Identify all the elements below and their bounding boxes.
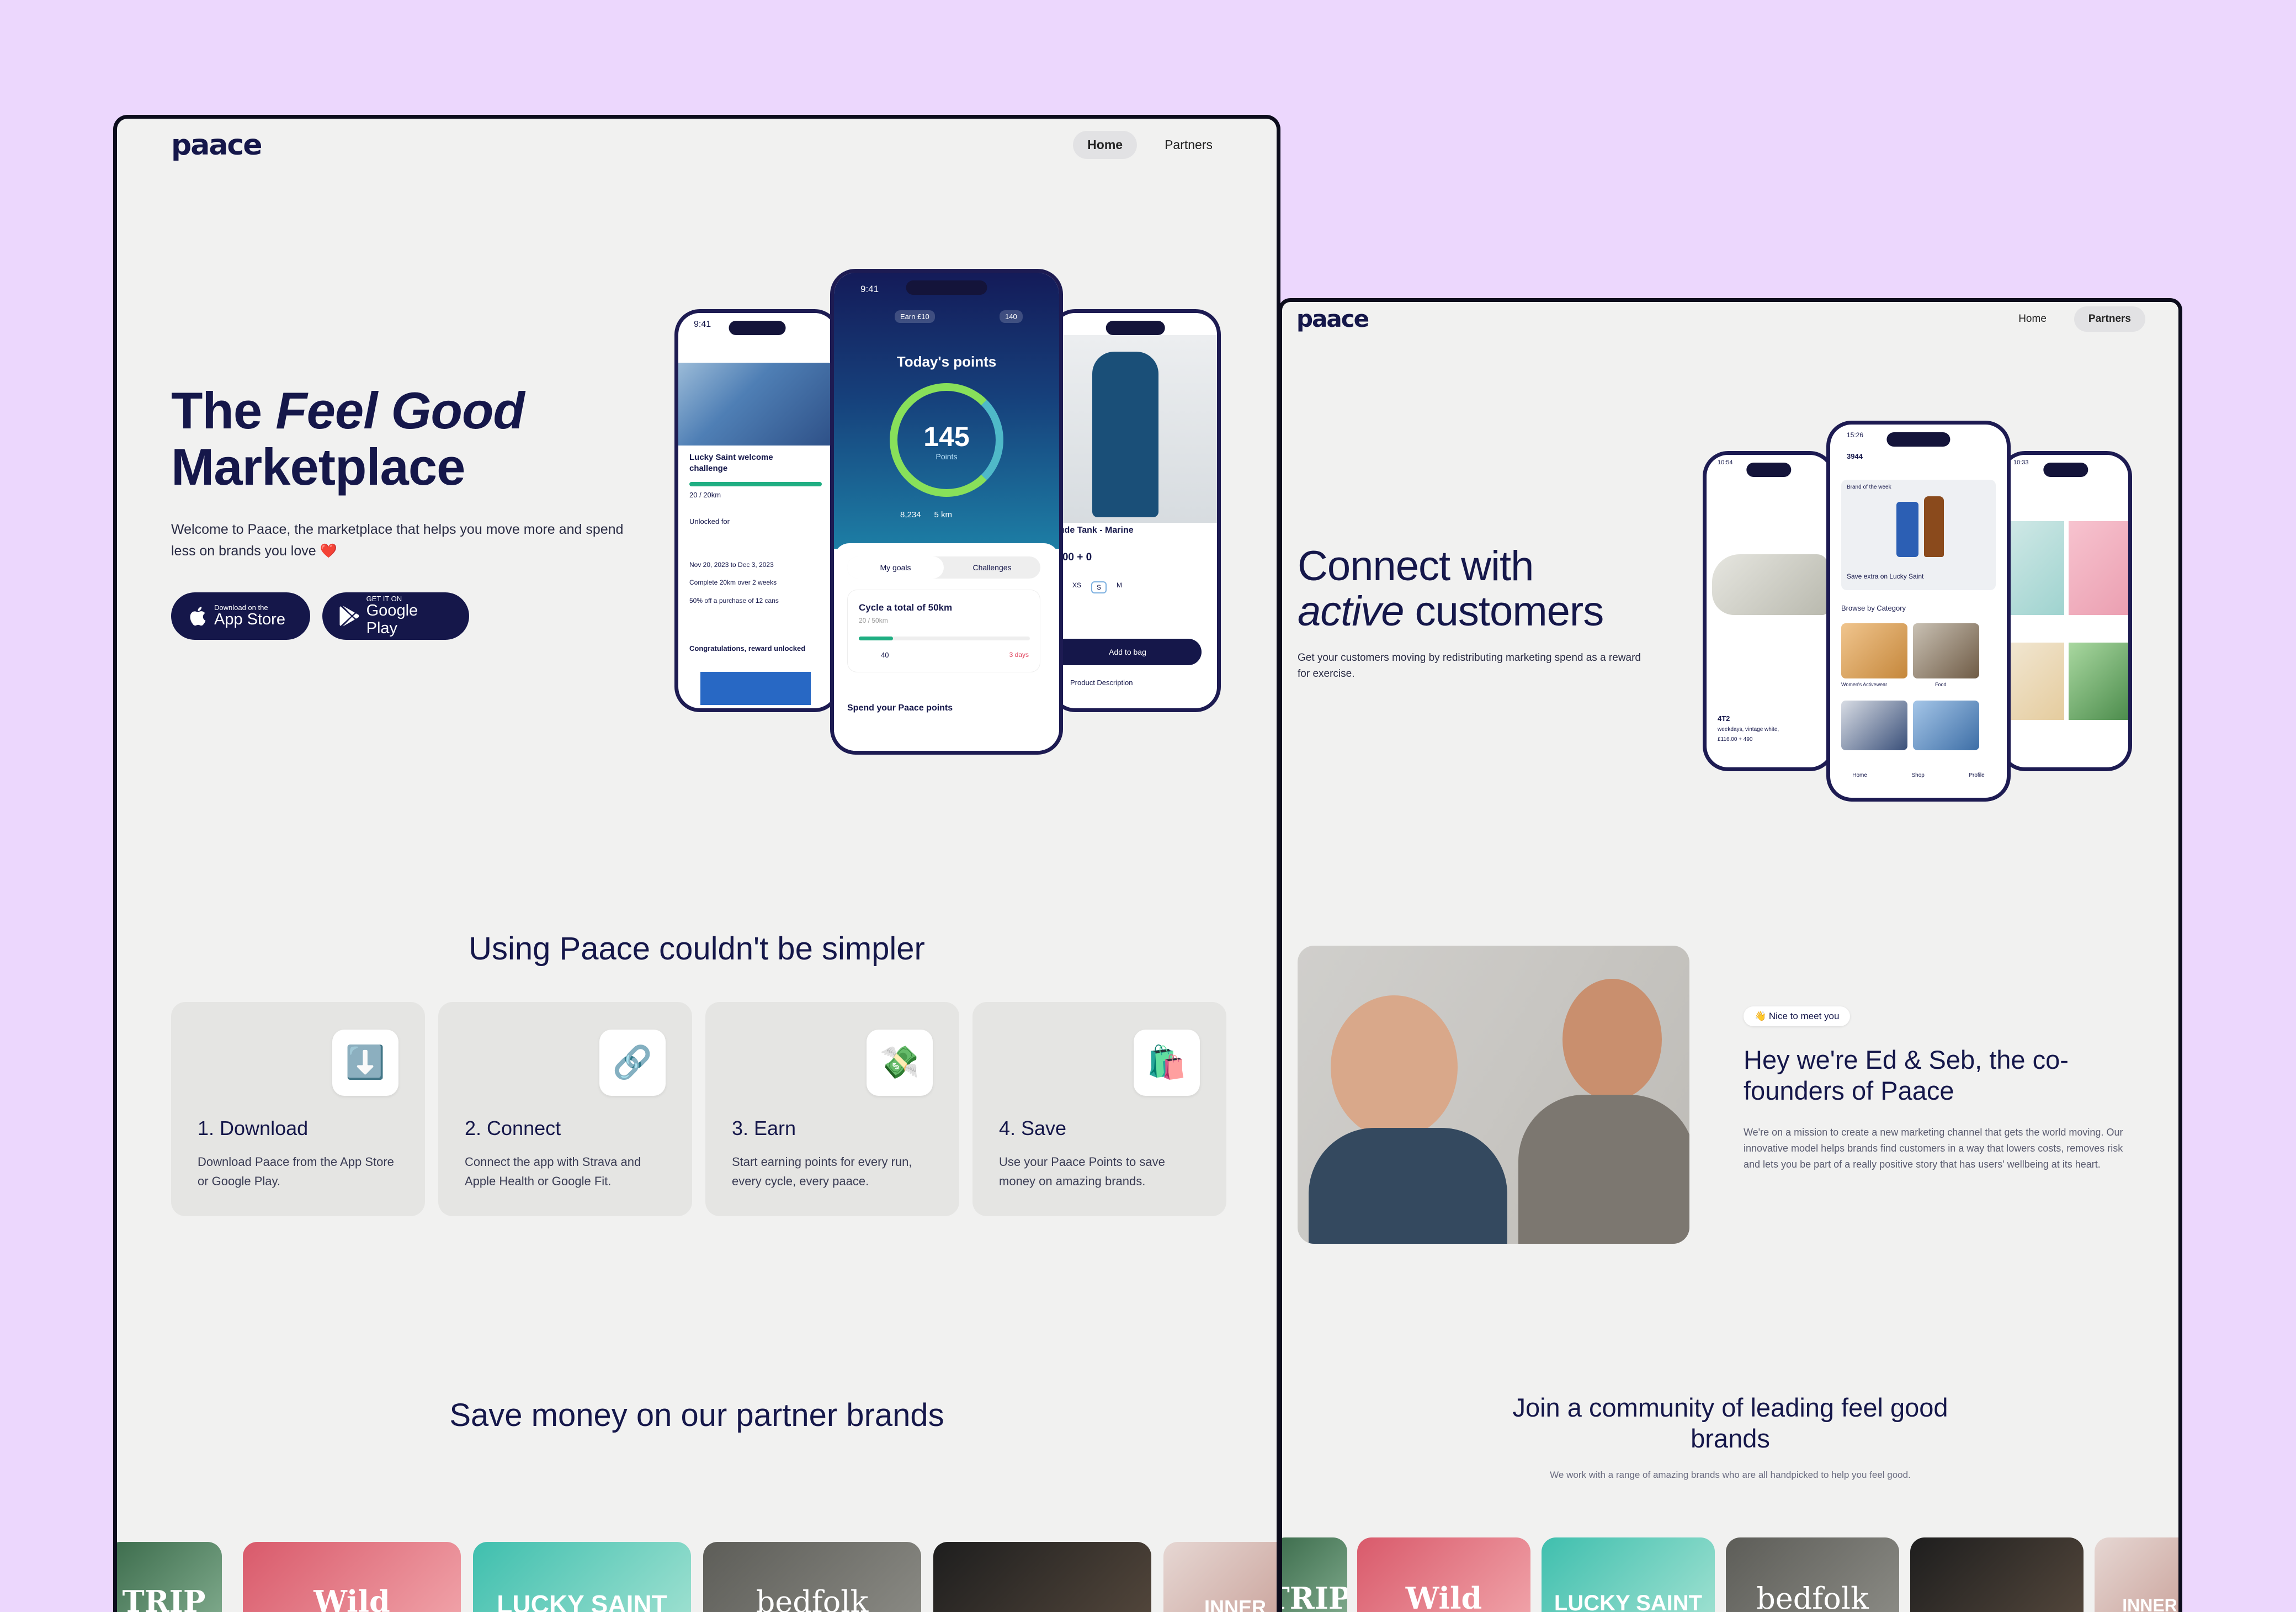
brand-card-inner[interactable]: INNER: [2095, 1537, 2178, 1612]
category-activewear[interactable]: [1841, 623, 1907, 678]
add-to-bag-button[interactable]: Add to bag: [1054, 639, 1202, 665]
status-time: 9:41: [860, 284, 879, 294]
activity-stats: 8,234 5 km: [900, 510, 953, 519]
hero-subtitle: Get your customers moving by redistribut…: [1298, 652, 1641, 680]
product-description-toggle[interactable]: Product Description: [1070, 678, 1133, 687]
nav-partners[interactable]: Partners: [1150, 131, 1227, 159]
brand-card-trip[interactable]: TRIP: [1282, 1537, 1347, 1612]
brand-card-lucky-saint[interactable]: LUCKY SAINT: [473, 1542, 691, 1612]
challenge-progress: [689, 482, 822, 486]
brand-of-week-card[interactable]: Brand of the week Save extra on Lucky Sa…: [1841, 480, 1996, 590]
phone-right-product: nude Tank - Marine 8.00 + 0 XSXSSM Add t…: [1050, 309, 1221, 712]
goals-tabs[interactable]: My goals Challenges: [847, 556, 1040, 579]
google-play-button[interactable]: GET IT ON Google Play: [322, 592, 469, 640]
step-download: ⬇️ 1. Download Download Paace from the A…: [171, 1002, 425, 1216]
app-store-button[interactable]: Download on the App Store: [171, 592, 310, 640]
brand-card-lucky-saint[interactable]: LUCKY SAINT: [1542, 1537, 1715, 1612]
product-title: nude Tank - Marine: [1054, 526, 1134, 535]
step-save: 🛍️ 4. Save Use your Paace Points to save…: [972, 1002, 1226, 1216]
goal-card[interactable]: Cycle a total of 50km 20 / 50km 40 3 day…: [847, 590, 1040, 672]
phone-center-points: 9:41 Earn £10 140 Today's points 145 Poi…: [830, 269, 1063, 755]
hero-title: The Feel Good Marketplace: [171, 381, 525, 496]
main-nav: Home Partners: [2004, 306, 2145, 332]
hero-title: Connect with active customers: [1298, 543, 1604, 635]
phone-center-shop: 15:26 3944 Brand of the week Save extra …: [1826, 421, 2011, 802]
phone-right-wild: 10:33: [2000, 451, 2132, 771]
brand-card-bedfolk[interactable]: bedfolk: [1726, 1537, 1899, 1612]
category-food[interactable]: [1913, 623, 1979, 678]
founders-body: We're on a mission to create a new marke…: [1744, 1127, 2123, 1170]
phone-notch: [729, 321, 786, 335]
goals-panel: My goals Challenges Cycle a total of 50k…: [834, 543, 1059, 751]
points-badge: 140: [1000, 310, 1023, 323]
today-points-title: Today's points: [896, 353, 997, 370]
partners-window: paace Home Partners Connect with active c…: [1278, 298, 2182, 1612]
product-image: [1054, 335, 1217, 523]
brand-card-wild[interactable]: Wild: [1357, 1537, 1530, 1612]
challenge-details: Nov 20, 2023 to Dec 3, 2023 Complete 20k…: [689, 561, 779, 604]
link-icon: 🔗: [599, 1030, 666, 1096]
google-play-icon: [339, 606, 359, 627]
challenge-title: Lucky Saint welcome challenge: [689, 453, 773, 473]
points-badge: 3944: [1847, 452, 1863, 460]
community-subtitle: We work with a range of amazing brands w…: [1550, 1470, 1911, 1480]
shopping-bags-icon: 🛍️: [1134, 1030, 1200, 1096]
congrats-text: Congratulations, reward unlocked: [689, 644, 806, 653]
size-selector[interactable]: XSXSSM: [1054, 581, 1122, 593]
challenge-progress-text: 20 / 20km: [689, 491, 721, 499]
steps-heading: Using Paace couldn't be simpler: [469, 931, 925, 967]
ed-face: [1331, 995, 1458, 1139]
brand-card-food[interactable]: [933, 1542, 1151, 1612]
money-icon: 💸: [867, 1030, 933, 1096]
brand-card-inner[interactable]: INNER: [1163, 1542, 1277, 1612]
phone-bottom-nav[interactable]: Home Shop Profile: [1830, 772, 2007, 778]
browse-category-title: Browse by Category: [1841, 604, 1906, 612]
step-connect: 🔗 2. Connect Connect the app with Strava…: [438, 1002, 692, 1216]
brand-card-food[interactable]: [1910, 1537, 2084, 1612]
confetti-image: [700, 672, 811, 705]
nice-to-meet-badge: 👋 Nice to meet you: [1744, 1006, 1851, 1026]
main-nav: Home Partners: [1073, 131, 1227, 159]
phone-left-shoe: 10:54 4T2 weekdays, vintage white, £116.…: [1703, 451, 1835, 771]
brand-card-bedfolk[interactable]: bedfolk: [703, 1542, 921, 1612]
download-icon: ⬇️: [332, 1030, 398, 1096]
apple-icon: [190, 607, 206, 626]
hero-subtitle: Welcome to Paace, the marketplace that h…: [171, 522, 624, 559]
nav-home[interactable]: Home: [2004, 306, 2061, 332]
brands-heading: Save money on our partner brands: [449, 1397, 944, 1433]
tank-model: [1092, 352, 1158, 517]
challenge-image: [678, 363, 836, 446]
seb-face: [1562, 979, 1662, 1100]
seb-sweater: [1518, 1095, 1689, 1244]
homepage-window: paace Home Partners The Feel Good Marketp…: [113, 115, 1280, 1612]
founders-photo: [1298, 946, 1689, 1244]
spend-points-title: Spend your Paace points: [847, 703, 953, 713]
paace-logo[interactable]: paace: [171, 129, 262, 162]
ed-shirt: [1309, 1128, 1507, 1244]
step-earn: 💸 3. Earn Start earning points for every…: [705, 1002, 959, 1216]
status-time: 9:41: [694, 320, 711, 329]
points-label: Points: [936, 452, 958, 461]
points-value: 145: [923, 421, 970, 452]
nav-partners[interactable]: Partners: [2074, 306, 2145, 332]
unlocked-label: Unlocked for: [689, 517, 730, 526]
founders-title: Hey we're Ed & Seb, the co-founders of P…: [1744, 1045, 2069, 1106]
community-heading: Join a community of leading feel good br…: [1512, 1393, 1948, 1454]
nav-home[interactable]: Home: [1073, 131, 1138, 159]
brand-card-wild[interactable]: Wild: [243, 1542, 461, 1612]
earn-badge[interactable]: Earn £10: [895, 310, 935, 323]
paace-logo[interactable]: paace: [1296, 305, 1369, 332]
shoe-image: [1712, 554, 1828, 615]
phone-left-challenge: 9:41 Lucky Saint welcome challenge 20 / …: [674, 309, 840, 712]
brand-card-trip[interactable]: TRIP: [117, 1542, 222, 1612]
